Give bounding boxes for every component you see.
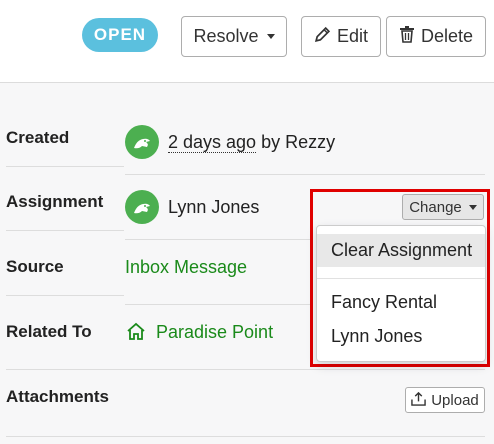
edit-button[interactable]: Edit bbox=[301, 16, 381, 57]
change-button-label: Change bbox=[409, 198, 462, 216]
trash-icon bbox=[399, 25, 415, 48]
assignee-option[interactable]: Fancy Rental bbox=[317, 288, 485, 316]
divider bbox=[6, 436, 485, 437]
created-by-text: by Rezzy bbox=[261, 132, 336, 152]
change-assignment-button[interactable]: Change bbox=[402, 194, 484, 220]
divider bbox=[6, 230, 124, 231]
status-badge: OPEN bbox=[82, 18, 158, 52]
related-to-label: Related To bbox=[6, 322, 92, 341]
divider bbox=[125, 239, 310, 240]
resolve-button[interactable]: Resolve bbox=[181, 16, 287, 57]
pencil-icon bbox=[314, 26, 331, 48]
upload-icon bbox=[411, 391, 426, 410]
home-icon bbox=[126, 322, 146, 346]
attachments-label: Attachments bbox=[6, 387, 109, 406]
assignee-name: Lynn Jones bbox=[168, 197, 260, 217]
divider bbox=[6, 166, 124, 167]
created-label: Created bbox=[6, 128, 70, 147]
delete-button[interactable]: Delete bbox=[386, 16, 486, 57]
delete-button-label: Delete bbox=[420, 26, 474, 46]
upload-button[interactable]: Upload bbox=[405, 387, 485, 413]
created-value: 2 days ago by Rezzy bbox=[168, 132, 335, 153]
menu-divider bbox=[317, 278, 485, 279]
caret-down-icon bbox=[468, 204, 477, 210]
assignment-dropdown-menu: Clear Assignment Fancy Rental Lynn Jones bbox=[316, 225, 486, 362]
divider bbox=[125, 174, 485, 175]
user-avatar-icon bbox=[134, 138, 150, 149]
created-relative-time: 2 days ago bbox=[168, 132, 257, 153]
user-avatar-icon bbox=[134, 203, 150, 214]
divider bbox=[125, 304, 310, 305]
ticket-header: OPEN Resolve Edit Delete bbox=[0, 0, 494, 83]
assignee-option[interactable]: Lynn Jones bbox=[317, 322, 485, 350]
assignment-label: Assignment bbox=[6, 192, 104, 211]
avatar-rezzy bbox=[125, 125, 159, 159]
edit-button-label: Edit bbox=[336, 26, 369, 46]
related-to-link[interactable]: Paradise Point bbox=[156, 322, 273, 343]
source-link[interactable]: Inbox Message bbox=[125, 257, 247, 278]
caret-down-icon bbox=[266, 34, 275, 39]
avatar-lynn-jones bbox=[125, 190, 159, 224]
divider bbox=[6, 295, 124, 296]
source-label: Source bbox=[6, 257, 64, 276]
upload-button-label: Upload bbox=[431, 391, 479, 409]
resolve-button-label: Resolve bbox=[193, 26, 259, 46]
clear-assignment-option[interactable]: Clear Assignment bbox=[317, 234, 485, 267]
divider bbox=[6, 369, 485, 370]
